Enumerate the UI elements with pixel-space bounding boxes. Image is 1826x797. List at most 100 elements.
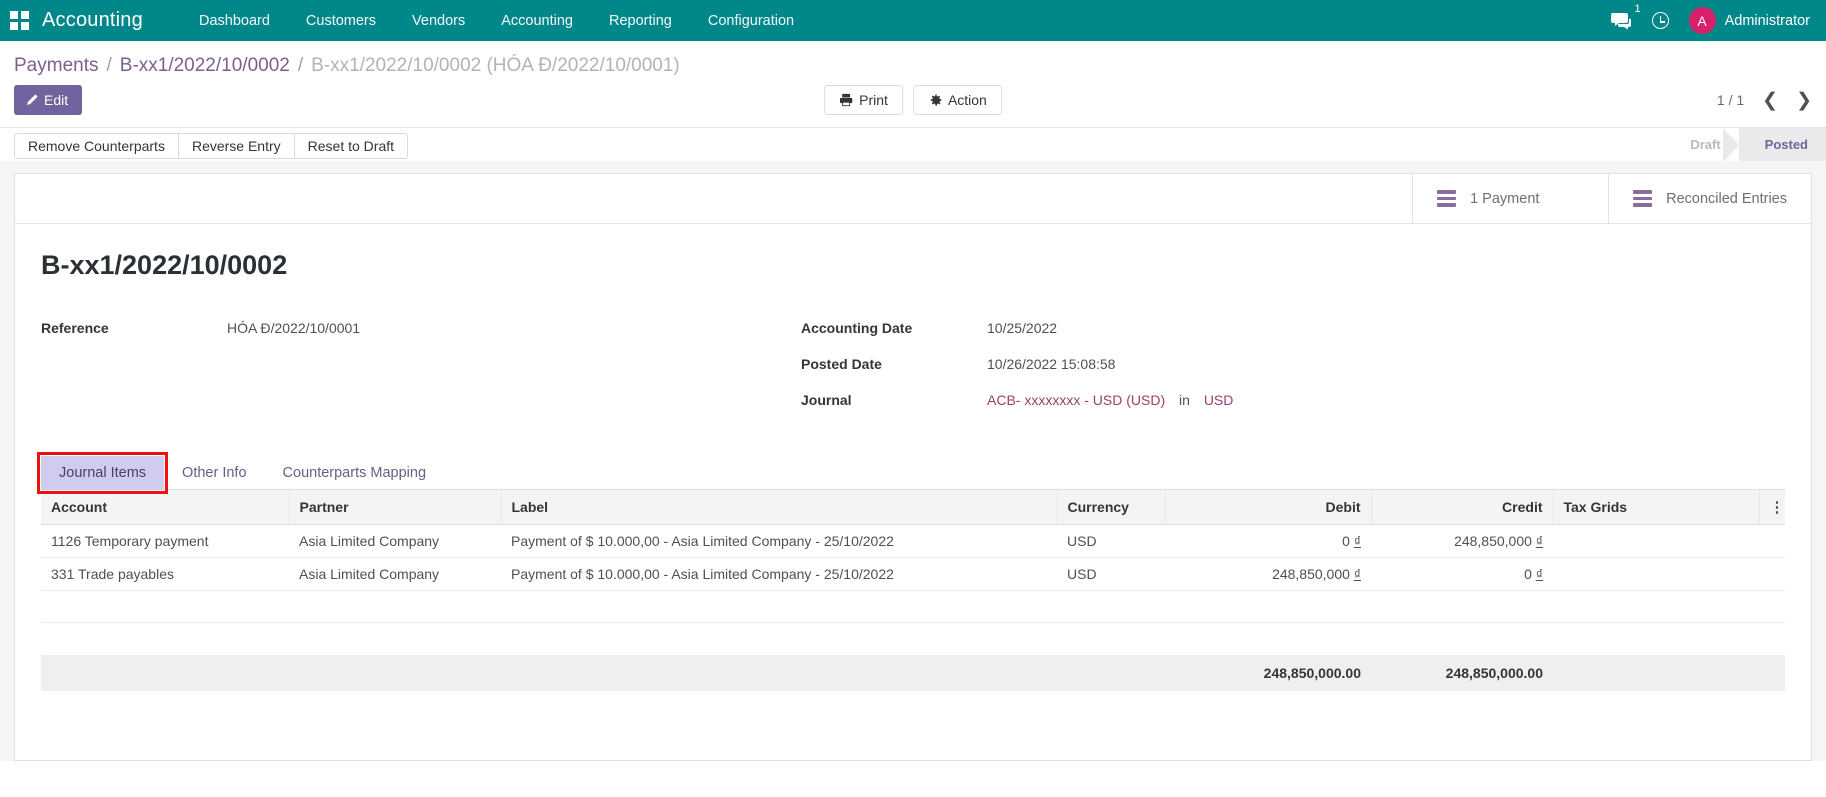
status-stages: Draft Posted	[1664, 128, 1826, 161]
statusbar-row: Remove Counterparts Reverse Entry Reset …	[0, 127, 1826, 161]
menu-item-vendors[interactable]: Vendors	[394, 2, 483, 40]
breadcrumb-item-parent[interactable]: B-xx1/2022/10/0002	[120, 55, 290, 77]
table-body: 1126 Temporary payment Asia Limited Comp…	[41, 525, 1785, 655]
totals-blank	[41, 655, 1165, 691]
field-posted-date-value[interactable]: 10/26/2022 15:08:58	[987, 355, 1115, 372]
chevron-left-icon[interactable]: ❮	[1762, 91, 1778, 110]
field-journal: Journal ACB- xxxxxxxx - USD (USD) in USD	[801, 391, 1785, 413]
user-name-label: Administrator	[1725, 13, 1810, 29]
gear-icon	[928, 93, 942, 107]
field-posted-date: Posted Date 10/26/2022 15:08:58	[801, 355, 1785, 377]
table-footer: 248,850,000.00 248,850,000.00	[41, 655, 1785, 691]
field-journal-value-wrap: ACB- xxxxxxxx - USD (USD) in USD	[987, 391, 1233, 408]
cell-empty	[41, 591, 1785, 623]
user-menu[interactable]: A Administrator	[1689, 7, 1810, 34]
cell-label[interactable]: Payment of $ 10.000,00 - Asia Limited Co…	[501, 525, 1057, 558]
tab-counterparts-mapping[interactable]: Counterparts Mapping	[265, 456, 444, 490]
field-journal-value[interactable]: ACB- xxxxxxxx - USD (USD)	[987, 392, 1165, 408]
totals-debit: 248,850,000.00	[1165, 655, 1371, 691]
cell-currency[interactable]: USD	[1057, 525, 1165, 558]
field-journal-label: Journal	[801, 391, 987, 408]
chevron-right-icon[interactable]: ❯	[1796, 91, 1812, 110]
table-row[interactable]: 1126 Temporary payment Asia Limited Comp…	[41, 525, 1785, 558]
column-header-currency[interactable]: Currency	[1057, 490, 1165, 525]
reverse-entry-button[interactable]: Reverse Entry	[178, 133, 295, 159]
reset-to-draft-button[interactable]: Reset to Draft	[294, 133, 408, 159]
column-header-debit[interactable]: Debit	[1165, 490, 1371, 525]
form-body: B-xx1/2022/10/0002 Reference HÓA Đ/2022/…	[15, 224, 1811, 691]
menu-item-dashboard[interactable]: Dashboard	[181, 2, 288, 40]
field-journal-currency[interactable]: USD	[1204, 392, 1234, 408]
navbar-right-area: 1 A Administrator	[1611, 7, 1812, 34]
table-totals-row: 248,850,000.00 248,850,000.00	[41, 655, 1785, 691]
smart-button-reconciled-entries-label: Reconciled Entries	[1666, 191, 1787, 207]
cell-tax-grids[interactable]	[1553, 558, 1759, 591]
cell-account[interactable]: 1126 Temporary payment	[41, 525, 289, 558]
totals-tax-grids	[1553, 655, 1759, 691]
column-header-credit[interactable]: Credit	[1371, 490, 1553, 525]
cell-partner[interactable]: Asia Limited Company	[289, 558, 501, 591]
main-menu: Dashboard Customers Vendors Accounting R…	[181, 2, 812, 40]
messages-count-badge: 1	[1634, 3, 1640, 15]
column-header-partner[interactable]: Partner	[289, 490, 501, 525]
column-options-button[interactable]: ⋮	[1759, 490, 1785, 525]
tab-journal-items-label: Journal Items	[59, 465, 146, 481]
column-header-account[interactable]: Account	[41, 490, 289, 525]
field-reference-value[interactable]: HÓA Đ/2022/10/0001	[227, 319, 360, 336]
form-column-left: Reference HÓA Đ/2022/10/0001	[41, 319, 801, 427]
smart-button-payments[interactable]: 1 Payment	[1412, 174, 1608, 223]
status-stage-posted[interactable]: Posted	[1739, 128, 1826, 161]
form-background: 1 Payment Reconciled Entries B-xx1/2022/…	[0, 161, 1826, 761]
chat-bubble-icon	[1611, 12, 1632, 30]
app-brand-title[interactable]: Accounting	[42, 9, 143, 32]
menu-item-accounting[interactable]: Accounting	[483, 2, 591, 40]
cell-label[interactable]: Payment of $ 10.000,00 - Asia Limited Co…	[501, 558, 1057, 591]
breadcrumb-item-payments[interactable]: Payments	[14, 55, 98, 77]
field-reference: Reference HÓA Đ/2022/10/0001	[41, 319, 801, 341]
center-action-buttons: Print Action	[824, 85, 1002, 115]
remove-counterparts-button[interactable]: Remove Counterparts	[14, 133, 179, 159]
messages-button[interactable]: 1	[1611, 12, 1632, 30]
column-header-label[interactable]: Label	[501, 490, 1057, 525]
cell-credit[interactable]: 248,850,000 ₫	[1371, 525, 1553, 558]
cell-currency[interactable]: USD	[1057, 558, 1165, 591]
form-sheet: 1 Payment Reconciled Entries B-xx1/2022/…	[14, 173, 1812, 761]
menu-item-reporting[interactable]: Reporting	[591, 2, 690, 40]
action-button-label: Action	[948, 92, 987, 108]
cell-tax-grids[interactable]	[1553, 525, 1759, 558]
menu-item-customers[interactable]: Customers	[288, 2, 394, 40]
cell-spacer	[41, 623, 1785, 655]
cell-account[interactable]: 331 Trade payables	[41, 558, 289, 591]
table-row-empty[interactable]	[41, 591, 1785, 623]
print-button[interactable]: Print	[824, 85, 903, 115]
cell-credit[interactable]: 0 ₫	[1371, 558, 1553, 591]
totals-options	[1759, 655, 1785, 691]
breadcrumb-separator: /	[106, 55, 111, 77]
clock-icon[interactable]	[1652, 12, 1669, 29]
vertical-dots-icon[interactable]: ⋮	[1770, 500, 1785, 515]
table-row[interactable]: 331 Trade payables Asia Limited Company …	[41, 558, 1785, 591]
column-header-tax-grids[interactable]: Tax Grids	[1553, 490, 1759, 525]
table-row-spacer	[41, 623, 1785, 655]
tab-other-info[interactable]: Other Info	[164, 456, 264, 490]
workflow-buttons: Remove Counterparts Reverse Entry Reset …	[14, 128, 407, 161]
notebook-tabs: Journal Items Other Info Counterparts Ma…	[41, 455, 1785, 490]
field-accounting-date-value[interactable]: 10/25/2022	[987, 319, 1057, 336]
breadcrumb-separator-2: /	[298, 55, 303, 77]
smart-button-reconciled-entries[interactable]: Reconciled Entries	[1608, 174, 1811, 223]
cell-debit[interactable]: 248,850,000 ₫	[1165, 558, 1371, 591]
pencil-icon	[26, 94, 38, 106]
tab-journal-items[interactable]: Journal Items	[41, 456, 164, 490]
cell-debit[interactable]: 0 ₫	[1165, 525, 1371, 558]
apps-grid-icon[interactable]	[10, 11, 30, 31]
form-fields: Reference HÓA Đ/2022/10/0001 Accounting …	[41, 319, 1785, 427]
totals-credit: 248,850,000.00	[1371, 655, 1553, 691]
action-button[interactable]: Action	[913, 85, 1002, 115]
menu-item-configuration[interactable]: Configuration	[690, 2, 812, 40]
cell-partner[interactable]: Asia Limited Company	[289, 525, 501, 558]
record-pager: 1 / 1 ❮ ❯	[1717, 91, 1812, 110]
edit-button[interactable]: Edit	[14, 85, 82, 115]
bars-icon-2	[1633, 190, 1652, 206]
print-button-label: Print	[859, 92, 888, 108]
table-header: Account Partner Label Currency Debit Cre…	[41, 490, 1785, 525]
